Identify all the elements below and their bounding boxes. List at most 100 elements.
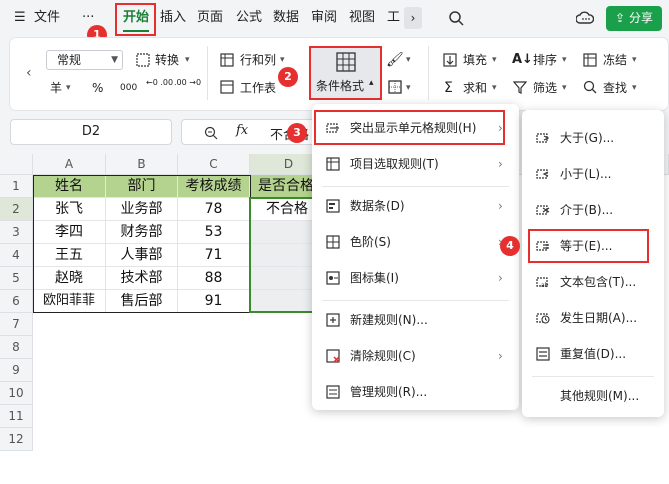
ribbon-scroll-left-icon[interactable]: ‹ bbox=[26, 63, 32, 83]
clear-rules-icon bbox=[326, 349, 340, 363]
conditional-format-icon bbox=[336, 52, 356, 72]
convert-button[interactable]: 转换 bbox=[155, 50, 179, 70]
convert-icon bbox=[136, 53, 150, 67]
tab-insert[interactable]: 插入 bbox=[160, 0, 186, 36]
submenu-item-text-contains[interactable]: ab 文本包含(T)... bbox=[522, 266, 664, 298]
conditional-format-button[interactable]: 条件格式 ▴ bbox=[309, 46, 382, 100]
filter-dropdown-icon[interactable]: ▾ bbox=[562, 78, 567, 98]
submenu-item-duplicate-values[interactable]: 重复值(D)... bbox=[522, 338, 664, 370]
menu-item-clear-rules[interactable]: 清除规则(C) › bbox=[312, 340, 519, 372]
chevron-down-icon: ▼ bbox=[111, 55, 118, 65]
row-header-6[interactable]: 6 bbox=[0, 290, 33, 313]
thousands-button[interactable]: 000 bbox=[120, 78, 137, 98]
row-header-1[interactable]: 1 bbox=[0, 175, 33, 198]
border-dropdown-icon[interactable]: ▾ bbox=[406, 78, 411, 98]
sum-icon: Σ bbox=[444, 80, 453, 96]
row-header-9[interactable]: 9 bbox=[0, 359, 33, 382]
submenu-label: 重复值(D)... bbox=[560, 347, 627, 361]
cloud-icon[interactable] bbox=[576, 10, 594, 26]
row-header-2[interactable]: 2 bbox=[0, 198, 33, 221]
percent-button[interactable]: % bbox=[92, 78, 103, 98]
fill-dropdown-icon[interactable]: ▾ bbox=[492, 50, 497, 70]
date-occurring-icon bbox=[536, 313, 550, 324]
search-icon[interactable] bbox=[448, 10, 464, 26]
menu-item-top-bottom-rules[interactable]: 项目选取规则(T) › bbox=[312, 148, 519, 180]
menu-label: 管理规则(R)... bbox=[350, 385, 428, 399]
convert-dropdown-icon[interactable]: ▾ bbox=[185, 50, 190, 70]
col-header-b[interactable]: B bbox=[106, 154, 178, 175]
paint-format-icon[interactable]: 🖌 bbox=[386, 50, 404, 70]
select-all-corner[interactable] bbox=[0, 154, 33, 175]
submenu-label: 文本包含(T)... bbox=[560, 275, 637, 289]
manage-rules-icon bbox=[326, 385, 340, 399]
freeze-dropdown-icon[interactable]: ▾ bbox=[632, 50, 637, 70]
col-header-c[interactable]: C bbox=[178, 154, 250, 175]
menu-item-manage-rules[interactable]: 管理规则(R)... bbox=[312, 376, 519, 408]
fill-button[interactable]: 填充 bbox=[463, 50, 487, 70]
tab-tools[interactable]: 工 bbox=[387, 0, 400, 36]
freeze-icon bbox=[583, 53, 597, 67]
formula-input[interactable]: fx 不合格 bbox=[181, 119, 331, 145]
row-col-button[interactable]: 行和列 bbox=[240, 50, 276, 70]
border-icon[interactable] bbox=[388, 80, 402, 94]
submenu-item-between[interactable]: 介于(B)... bbox=[522, 194, 664, 226]
submenu-label: 小于(L)... bbox=[560, 167, 612, 181]
row-header-8[interactable]: 8 bbox=[0, 336, 33, 359]
increase-decimal-button[interactable]: ←0 .00 bbox=[146, 78, 173, 88]
menu-label: 图标集(I) bbox=[350, 271, 399, 285]
number-format-combo[interactable]: 常规 ▼ bbox=[46, 50, 123, 70]
sort-button[interactable]: 排序 bbox=[533, 50, 557, 70]
name-box[interactable]: D2 bbox=[10, 119, 172, 145]
currency-icon[interactable]: 羊 bbox=[50, 78, 62, 98]
hamburger-icon[interactable]: ☰ bbox=[14, 0, 26, 36]
submenu-label: 发生日期(A)... bbox=[560, 311, 638, 325]
currency-dropdown-icon[interactable]: ▾ bbox=[66, 78, 71, 98]
table-border bbox=[33, 175, 251, 313]
sort-dropdown-icon[interactable]: ▾ bbox=[562, 50, 567, 70]
row-header-7[interactable]: 7 bbox=[0, 313, 33, 336]
row-header-11[interactable]: 11 bbox=[0, 405, 33, 428]
freeze-button[interactable]: 冻结 bbox=[603, 50, 627, 70]
less-than-icon bbox=[536, 169, 549, 179]
step-badge-2: 2 bbox=[278, 67, 298, 87]
row-header-4[interactable]: 4 bbox=[0, 244, 33, 267]
fx-icon[interactable]: fx bbox=[236, 123, 248, 138]
menu-separator bbox=[532, 376, 654, 377]
icon-sets-icon bbox=[326, 271, 340, 285]
row-header-3[interactable]: 3 bbox=[0, 221, 33, 244]
row-header-12[interactable]: 12 bbox=[0, 428, 33, 451]
chevron-right-icon: › bbox=[498, 199, 503, 213]
submenu-item-more-rules[interactable]: 其他规则(M)... bbox=[522, 380, 664, 412]
find-dropdown-icon[interactable]: ▾ bbox=[632, 78, 637, 98]
row-header-5[interactable]: 5 bbox=[0, 267, 33, 290]
tab-page[interactable]: 页面 bbox=[197, 0, 223, 36]
submenu-item-greater-than[interactable]: 大于(G)... bbox=[522, 122, 664, 154]
highlight-menu-item bbox=[314, 110, 505, 145]
find-button[interactable]: 查找 bbox=[603, 78, 627, 98]
file-menu[interactable]: 文件 bbox=[34, 0, 60, 36]
find-icon bbox=[583, 80, 597, 94]
chevron-up-icon: ▴ bbox=[369, 78, 374, 88]
row-header-10[interactable]: 10 bbox=[0, 382, 33, 405]
filter-button[interactable]: 筛选 bbox=[533, 78, 557, 98]
col-header-a[interactable]: A bbox=[33, 154, 106, 175]
sheet-icon bbox=[220, 80, 234, 94]
menu-item-color-scales[interactable]: 色阶(S) › bbox=[312, 226, 519, 258]
sum-dropdown-icon[interactable]: ▾ bbox=[492, 78, 497, 98]
tab-review[interactable]: 审阅 bbox=[311, 0, 337, 36]
menu-item-new-rule[interactable]: 新建规则(N)... bbox=[312, 304, 519, 336]
share-button[interactable]: ⇪ 分享 bbox=[606, 6, 662, 31]
decrease-decimal-button[interactable]: .00 →0 bbox=[174, 78, 201, 88]
tab-data[interactable]: 数据 bbox=[273, 0, 299, 36]
submenu-item-date-occurring[interactable]: 发生日期(A)... bbox=[522, 302, 664, 334]
zoom-icon[interactable] bbox=[204, 126, 218, 140]
tab-formula[interactable]: 公式 bbox=[236, 0, 262, 36]
menu-item-data-bars[interactable]: 数据条(D) › bbox=[312, 190, 519, 222]
menu-item-icon-sets[interactable]: 图标集(I) › bbox=[312, 262, 519, 294]
tab-view[interactable]: 视图 bbox=[349, 0, 375, 36]
paint-dropdown-icon[interactable]: ▾ bbox=[406, 50, 411, 70]
sheet-button[interactable]: 工作表 bbox=[240, 78, 276, 98]
submenu-item-less-than[interactable]: 小于(L)... bbox=[522, 158, 664, 190]
sum-button[interactable]: 求和 bbox=[463, 78, 487, 98]
tabs-scroll-right-icon[interactable]: › bbox=[404, 7, 422, 29]
